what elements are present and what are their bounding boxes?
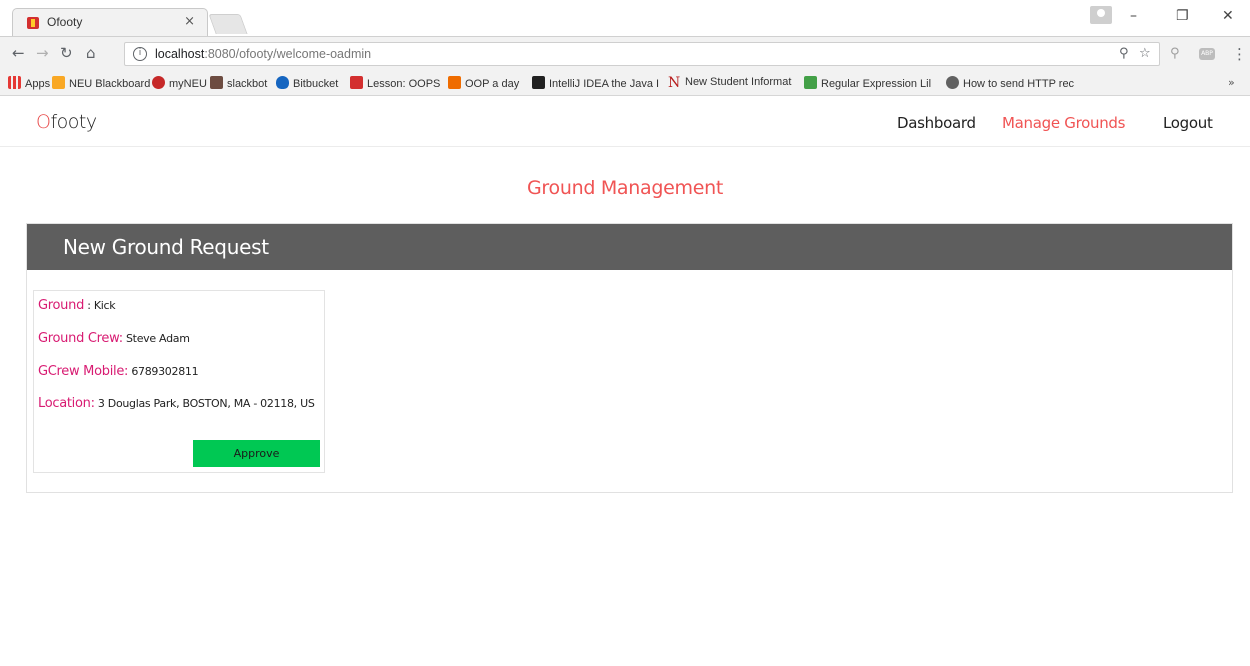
paw-icon — [152, 76, 165, 89]
address-bar[interactable]: i localhost:8080/ofooty/welcome-oadmin ⚲… — [124, 42, 1160, 66]
tab-title: Ofooty — [47, 15, 83, 29]
ground-crew-value: Steve Adam — [126, 332, 190, 345]
ground-label: Ground — [38, 298, 85, 313]
profile-icon[interactable] — [1090, 6, 1112, 24]
oracle-icon — [350, 76, 363, 89]
ground-value: : Kick — [87, 299, 116, 312]
gcrew-mobile-label: GCrew Mobile: — [38, 364, 129, 379]
star-icon[interactable]: ☆ — [1139, 46, 1151, 61]
nav-manage-grounds[interactable]: Manage Grounds — [1002, 114, 1125, 132]
page-title: Ground Management — [527, 177, 723, 199]
page-content: Ofooty Dashboard Manage Grounds Logout G… — [0, 97, 1250, 666]
bookmarks-more-icon[interactable]: » — [1228, 76, 1235, 89]
home-icon[interactable]: ⌂ — [86, 44, 96, 62]
bookmark-regex-library[interactable]: Regular Expression Lil — [804, 76, 931, 90]
bookmark-lesson-oops[interactable]: Lesson: OOPS — [350, 76, 440, 90]
ground-request-card: Ground : Kick Ground Crew: Steve Adam GC… — [33, 290, 325, 473]
brand-logo[interactable]: Ofooty — [36, 111, 97, 133]
location-value: 3 Douglas Park, BOSTON, MA - 02118, US — [97, 397, 315, 410]
site-navbar: Ofooty Dashboard Manage Grounds Logout — [0, 97, 1250, 147]
browser-tab[interactable]: Ofooty × — [12, 8, 208, 36]
url-text: localhost:8080/ofooty/welcome-oadmin — [155, 47, 372, 61]
bookmark-slackbot[interactable]: slackbot — [210, 76, 267, 90]
tab-strip: Ofooty × – ❐ ✕ — [0, 0, 1250, 36]
forward-arrow-icon[interactable]: → — [36, 44, 49, 62]
neu-n-icon: N — [668, 75, 681, 91]
jetbrains-icon — [532, 76, 545, 89]
bookmark-http-request[interactable]: How to send HTTP rec — [946, 76, 1074, 90]
bookmark-apps[interactable]: Apps — [8, 76, 50, 90]
tab-close-icon[interactable]: × — [184, 14, 195, 29]
bitbucket-icon — [276, 76, 289, 89]
ground-crew-label: Ground Crew: — [38, 331, 123, 346]
panel-header: New Ground Request — [27, 224, 1232, 270]
window-close-icon[interactable]: ✕ — [1222, 8, 1234, 24]
ofooty-favicon-icon — [27, 17, 39, 29]
restore-icon[interactable]: ❐ — [1176, 8, 1189, 24]
bookmarks-bar: Apps NEU Blackboard myNEU slackbot Bitbu… — [0, 70, 1250, 96]
menu-dots-icon[interactable]: ⋮ — [1232, 45, 1247, 63]
minimize-icon[interactable]: – — [1130, 8, 1137, 24]
new-tab-button[interactable] — [208, 14, 248, 34]
extension-pin-icon[interactable]: ⚲ — [1170, 46, 1180, 61]
gcrew-mobile-row: GCrew Mobile: 6789302811 — [38, 363, 322, 381]
browser-toolbar: ← → ↻ ⌂ i localhost:8080/ofooty/welcome-… — [0, 36, 1250, 70]
location-row: Location: 3 Douglas Park, BOSTON, MA - 0… — [38, 395, 322, 413]
blogger-icon — [448, 76, 461, 89]
bookmark-oop-a-day[interactable]: OOP a day — [448, 76, 519, 90]
panel-title: New Ground Request — [63, 235, 269, 259]
reload-icon[interactable]: ↻ — [60, 44, 73, 62]
slack-icon — [210, 76, 223, 89]
back-arrow-icon[interactable]: ← — [12, 44, 25, 62]
ground-row: Ground : Kick — [38, 297, 322, 315]
info-icon[interactable]: i — [133, 47, 147, 61]
new-ground-request-panel: New Ground Request Ground : Kick Ground … — [26, 223, 1233, 493]
bookmark-bitbucket[interactable]: Bitbucket — [276, 76, 338, 90]
adblock-icon[interactable]: ABP — [1199, 48, 1215, 60]
apps-grid-icon — [8, 76, 21, 89]
ground-crew-row: Ground Crew: Steve Adam — [38, 330, 322, 348]
key-icon[interactable]: ⚲ — [1119, 46, 1129, 61]
bookmark-new-student-info[interactable]: N New Student Informat — [668, 76, 791, 90]
approve-button[interactable]: Approve — [193, 440, 320, 467]
nav-logout[interactable]: Logout — [1163, 114, 1213, 132]
bookmark-intellij[interactable]: IntelliJ IDEA the Java I — [532, 76, 659, 90]
bookmark-myneu[interactable]: myNEU — [152, 76, 207, 90]
location-label: Location: — [38, 396, 95, 411]
regex-icon — [804, 76, 817, 89]
gcrew-mobile-value: 6789302811 — [131, 365, 199, 378]
bookmark-neu-blackboard[interactable]: NEU Blackboard — [52, 76, 150, 90]
question-icon — [946, 76, 959, 89]
blackboard-icon — [52, 76, 65, 89]
nav-dashboard[interactable]: Dashboard — [897, 114, 976, 132]
